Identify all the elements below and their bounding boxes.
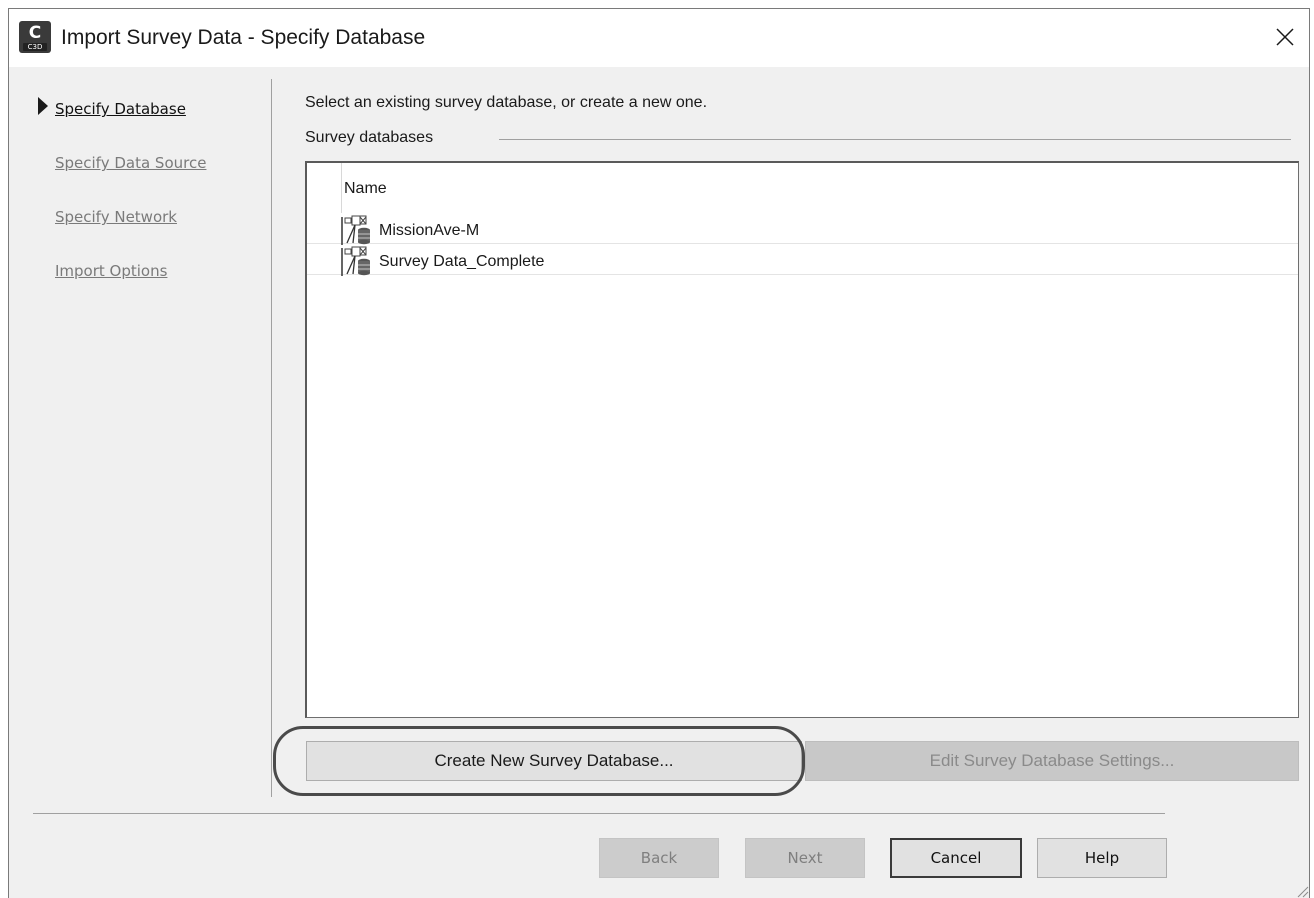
civil3d-app-icon: C C3D — [19, 21, 51, 53]
app-icon-letter: C — [28, 23, 42, 43]
cancel-button[interactable]: Cancel — [890, 838, 1022, 878]
nav-item-import-options[interactable]: Import Options — [55, 262, 167, 280]
import-survey-data-dialog: C C3D Import Survey Data - Specify Datab… — [8, 8, 1310, 898]
name-column-header[interactable]: Name — [344, 180, 387, 198]
back-button[interactable]: Back — [599, 838, 719, 878]
app-icon-subtext: C3D — [23, 43, 47, 51]
resize-grip-icon[interactable] — [1293, 882, 1309, 898]
title-bar: C C3D Import Survey Data - Specify Datab… — [9, 9, 1309, 67]
create-new-survey-database-button[interactable]: Create New Survey Database... — [306, 741, 802, 781]
survey-database-icon — [341, 215, 370, 245]
list-item[interactable]: MissionAve-M — [307, 214, 1298, 245]
database-name: MissionAve-M — [379, 222, 480, 239]
column-separator — [341, 163, 342, 213]
next-button[interactable]: Next — [745, 838, 865, 878]
close-button[interactable] — [1265, 17, 1305, 57]
nav-item-specify-network[interactable]: Specify Network — [55, 208, 177, 226]
database-name: Survey Data_Complete — [379, 253, 545, 270]
survey-database-list[interactable]: Name MissionAve-M Survey Data_Complete — [305, 161, 1299, 718]
list-item[interactable]: Survey Data_Complete — [307, 245, 1298, 276]
group-divider — [499, 139, 1291, 140]
wizard-step-nav: Specify Database Specify Data Source Spe… — [9, 79, 272, 797]
nav-item-specify-database[interactable]: Specify Database — [55, 100, 186, 118]
instruction-text: Select an existing survey database, or c… — [305, 94, 708, 111]
survey-database-icon — [341, 246, 370, 276]
window-title: Import Survey Data - Specify Database — [61, 26, 426, 49]
close-icon — [1276, 28, 1294, 46]
survey-databases-label: Survey databases — [305, 129, 434, 146]
nav-item-specify-data-source[interactable]: Specify Data Source — [55, 154, 206, 172]
footer-divider — [33, 813, 1165, 814]
edit-survey-database-settings-button[interactable]: Edit Survey Database Settings... — [805, 741, 1299, 781]
help-button[interactable]: Help — [1037, 838, 1167, 878]
current-step-arrow-icon — [38, 97, 48, 115]
